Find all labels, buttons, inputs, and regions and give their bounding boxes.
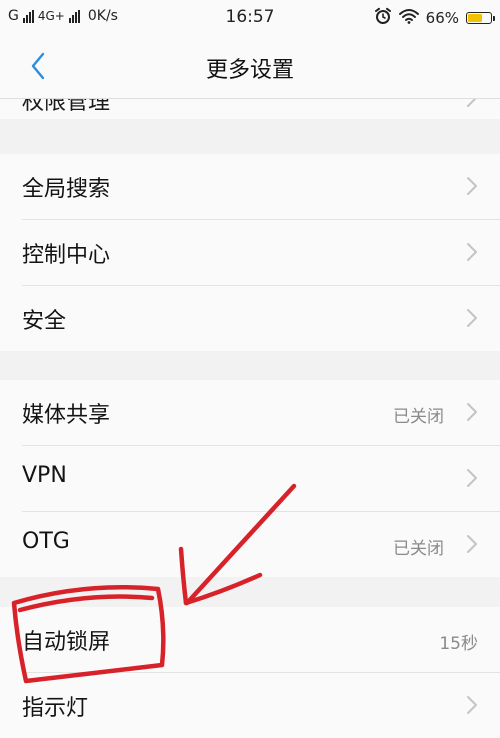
settings-item-security[interactable]: 安全	[22, 286, 500, 351]
chevron-right-icon	[466, 534, 478, 554]
settings-item-label: VPN	[22, 463, 67, 488]
settings-item-auto-lock[interactable]: 自动锁屏 15秒	[22, 607, 500, 673]
wifi-icon	[398, 8, 419, 28]
battery-level-fill	[468, 14, 482, 22]
settings-item-media-sharing[interactable]: 媒体共享 已关闭	[22, 380, 500, 446]
chevron-right-icon	[466, 99, 478, 108]
chevron-right-icon	[466, 695, 478, 715]
alarm-icon	[374, 7, 392, 29]
settings-item-label: 安全	[22, 309, 67, 334]
arrow-annotation	[183, 572, 263, 606]
settings-item-otg[interactable]: OTG 已关闭	[22, 512, 500, 577]
settings-item-label: OTG	[22, 529, 70, 554]
settings-item-partial[interactable]: 权限管理	[0, 99, 500, 119]
settings-item-control-center[interactable]: 控制中心	[22, 220, 500, 286]
nav-bar: 更多设置	[0, 36, 500, 99]
settings-item-global-search[interactable]: 全局搜索	[22, 154, 500, 220]
settings-item-label: 媒体共享	[22, 403, 111, 428]
settings-item-label: 自动锁屏	[22, 630, 111, 655]
status-bar: G 4G+ 0K/s 16:57 66%	[0, 0, 500, 36]
settings-item-vpn[interactable]: VPN	[22, 446, 500, 512]
chevron-right-icon	[466, 468, 478, 488]
settings-group-3: 自动锁屏 15秒 指示灯	[0, 607, 500, 738]
settings-item-value: 已关闭	[393, 407, 444, 427]
settings-item-label: 指示灯	[22, 696, 89, 721]
settings-item-label: 控制中心	[22, 243, 111, 268]
settings-group-2: 媒体共享 已关闭 VPN OTG 已关闭	[0, 380, 500, 577]
settings-item-indicator-light[interactable]: 指示灯	[22, 673, 500, 738]
status-right: 66%	[374, 7, 495, 29]
chevron-right-icon	[466, 308, 478, 328]
chevron-right-icon	[466, 176, 478, 196]
battery-percent-label: 66%	[425, 9, 459, 27]
battery-icon	[466, 12, 495, 24]
chevron-right-icon	[466, 402, 478, 422]
settings-item-label: 全局搜索	[22, 177, 111, 202]
page-title: 更多设置	[205, 58, 294, 83]
settings-item-value: 已关闭	[393, 539, 444, 559]
settings-item-label: 权限管理	[22, 99, 111, 115]
settings-item-value: 15秒	[439, 634, 478, 654]
chevron-right-icon	[466, 242, 478, 262]
settings-group-1: 全局搜索 控制中心 安全	[0, 154, 500, 351]
